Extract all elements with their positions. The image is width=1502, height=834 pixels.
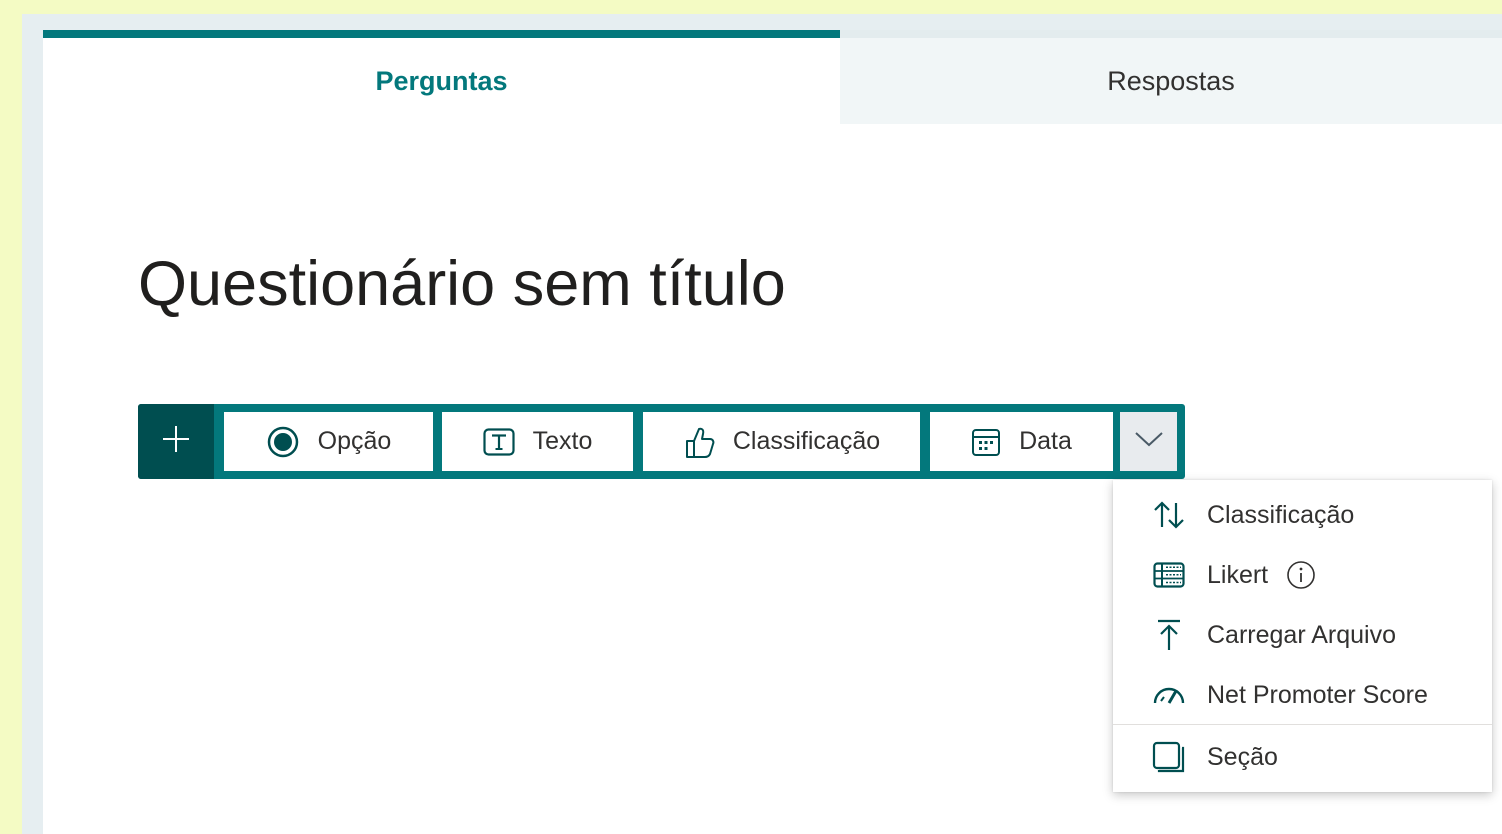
likert-grid-icon: [1113, 562, 1207, 588]
menu-item-file-upload[interactable]: Carregar Arquivo: [1113, 605, 1492, 665]
rating-question-button[interactable]: Classificação: [643, 412, 920, 471]
more-question-types-menu: Classificação Likert Carregar Arquivo Ne…: [1113, 480, 1492, 792]
top-strip: [22, 0, 1502, 14]
menu-item-section-label: Seção: [1207, 742, 1278, 771]
tab-responses[interactable]: Respostas: [840, 30, 1502, 124]
plus-icon: [161, 424, 191, 459]
tab-questions-label: Perguntas: [375, 65, 508, 96]
text-question-label: Texto: [532, 427, 593, 455]
more-question-types-button[interactable]: [1120, 412, 1177, 471]
menu-item-net-promoter-score[interactable]: Net Promoter Score: [1113, 665, 1492, 725]
gauge-icon: [1113, 683, 1207, 707]
radio-option-icon: [266, 425, 300, 459]
info-icon[interactable]: [1286, 560, 1316, 590]
menu-item-net-promoter-score-label: Net Promoter Score: [1207, 680, 1428, 709]
menu-item-ranking[interactable]: Classificação: [1113, 485, 1492, 545]
sort-arrows-icon: [1113, 500, 1207, 530]
menu-item-likert[interactable]: Likert: [1113, 545, 1492, 605]
section-icon: [1113, 741, 1207, 773]
tab-questions[interactable]: Perguntas: [43, 30, 840, 124]
text-question-button[interactable]: Texto: [442, 412, 633, 471]
menu-item-ranking-label: Classificação: [1207, 500, 1355, 529]
menu-divider: [1113, 724, 1492, 725]
option-question-label: Opção: [317, 427, 392, 455]
tab-responses-label: Respostas: [1107, 65, 1235, 96]
rating-question-label: Classificação: [732, 427, 881, 455]
option-question-button[interactable]: Opção: [224, 412, 433, 471]
thumbs-up-icon: [683, 425, 715, 459]
menu-item-likert-label: Likert: [1207, 560, 1269, 589]
calendar-icon: [971, 427, 1001, 457]
date-question-label: Data: [1019, 427, 1072, 455]
menu-item-section[interactable]: Seção: [1113, 727, 1492, 787]
add-question-button[interactable]: [138, 404, 214, 479]
upload-icon: [1113, 618, 1207, 652]
form-title[interactable]: Questionário sem título: [138, 248, 786, 320]
date-question-button[interactable]: Data: [930, 412, 1113, 471]
add-question-toolbar: Opção Texto Classificação Data: [138, 404, 1185, 479]
text-box-icon: [483, 427, 515, 456]
menu-item-file-upload-label: Carregar Arquivo: [1207, 620, 1396, 649]
chevron-down-icon: [1134, 430, 1164, 453]
